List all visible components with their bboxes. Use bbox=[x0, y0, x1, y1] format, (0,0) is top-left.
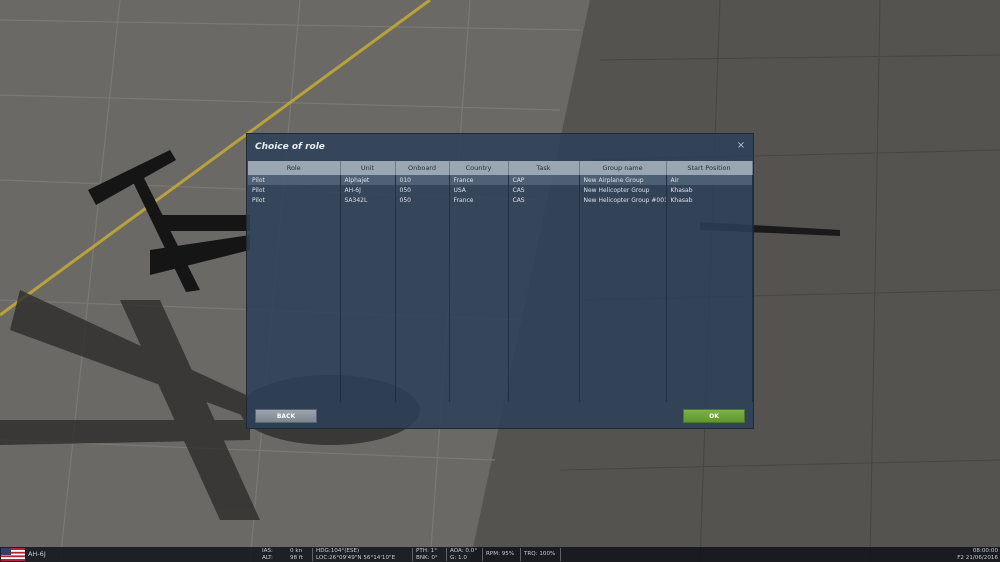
column-header-role[interactable]: Role bbox=[248, 161, 341, 175]
rpm-readout: RPM: 95% bbox=[486, 551, 515, 557]
roles-table: Role Unit Onboard Country Task Group nam… bbox=[248, 161, 753, 402]
column-header-group-name[interactable]: Group name bbox=[579, 161, 667, 175]
cell-group-name: New Airplane Group bbox=[579, 175, 667, 185]
back-button[interactable]: BACK bbox=[255, 409, 317, 423]
table-row[interactable]: Pilot Alphajet 010 France CAP New Airpla… bbox=[248, 175, 753, 185]
cell-start-position: Khasab bbox=[666, 185, 753, 195]
cell-task: CAS bbox=[508, 195, 580, 205]
heading-readout: HDG:104°(ESE) bbox=[316, 548, 360, 554]
ias-value: 0 kn bbox=[290, 548, 303, 554]
choice-of-role-dialog: Choice of role × Role Unit Onboard Count… bbox=[246, 133, 754, 429]
dialog-title: Choice of role bbox=[255, 142, 325, 152]
cell-role: Pilot bbox=[248, 185, 341, 195]
ias-label: IAS: bbox=[262, 548, 273, 554]
table-row[interactable]: Pilot AH-6J 050 USA CAS New Helicopter G… bbox=[248, 185, 753, 195]
aoa-readout: AOA: 0.0° bbox=[450, 548, 478, 554]
mission-time: 08:00:00 bbox=[972, 548, 998, 554]
cell-role: Pilot bbox=[248, 175, 341, 185]
table-header-row: Role Unit Onboard Country Task Group nam… bbox=[248, 161, 753, 175]
ok-button[interactable]: OK bbox=[683, 409, 745, 423]
table-empty-area bbox=[248, 205, 753, 402]
cell-task: CAP bbox=[508, 175, 580, 185]
close-icon[interactable]: × bbox=[736, 141, 746, 151]
status-separator bbox=[560, 548, 561, 561]
cell-start-position: Khasab bbox=[666, 195, 753, 205]
cell-country: USA bbox=[449, 185, 509, 195]
bank-readout: BNK: 0° bbox=[416, 555, 438, 561]
status-separator bbox=[520, 548, 521, 561]
location-readout: LOC:26°09'49"N 56°14'10"E bbox=[316, 555, 396, 561]
column-header-onboard[interactable]: Onboard bbox=[395, 161, 450, 175]
us-flag-icon bbox=[1, 548, 25, 561]
cell-group-name: New Helicopter Group #001 bbox=[579, 195, 667, 205]
cell-role: Pilot bbox=[248, 195, 341, 205]
alt-label: ALT: bbox=[262, 555, 273, 561]
column-header-country[interactable]: Country bbox=[449, 161, 509, 175]
cell-unit: AH-6J bbox=[340, 185, 396, 195]
status-separator bbox=[482, 548, 483, 561]
cell-onboard: 050 bbox=[395, 185, 450, 195]
column-header-unit[interactable]: Unit bbox=[340, 161, 396, 175]
column-header-start-position[interactable]: Start Position bbox=[666, 161, 753, 175]
g-readout: G: 1.0 bbox=[450, 555, 467, 561]
column-header-task[interactable]: Task bbox=[508, 161, 580, 175]
cell-country: France bbox=[449, 175, 509, 185]
cell-task: CAS bbox=[508, 185, 580, 195]
status-separator bbox=[312, 548, 313, 561]
alt-value: 98 ft bbox=[290, 555, 303, 561]
cell-start-position: Air bbox=[666, 175, 753, 185]
status-bar: AH-6J IAS: 0 kn ALT: 98 ft HDG:104°(ESE)… bbox=[0, 547, 1000, 562]
mission-date: F2 21/06/2016 bbox=[957, 555, 998, 561]
cell-onboard: 050 bbox=[395, 195, 450, 205]
cell-unit: Alphajet bbox=[340, 175, 396, 185]
cell-group-name: New Helicopter Group bbox=[579, 185, 667, 195]
cell-country: France bbox=[449, 195, 509, 205]
status-separator bbox=[446, 548, 447, 561]
status-separator bbox=[412, 548, 413, 561]
cell-unit: SA342L bbox=[340, 195, 396, 205]
torque-readout: TRQ: 100% bbox=[524, 551, 556, 557]
cell-onboard: 010 bbox=[395, 175, 450, 185]
aircraft-name: AH-6J bbox=[28, 550, 46, 558]
pitch-readout: PTH: 1° bbox=[416, 548, 438, 554]
table-row[interactable]: Pilot SA342L 050 France CAS New Helicopt… bbox=[248, 195, 753, 205]
